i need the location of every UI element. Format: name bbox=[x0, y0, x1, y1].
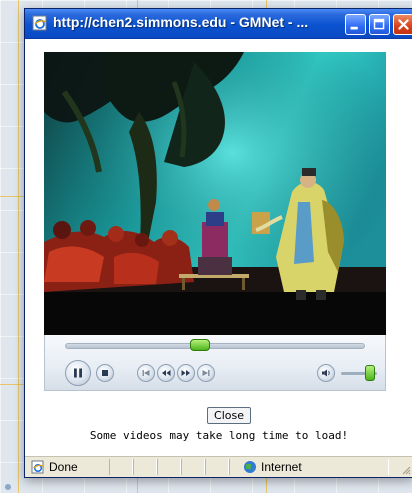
next-button[interactable] bbox=[197, 364, 215, 382]
video-display[interactable] bbox=[44, 52, 386, 340]
stop-icon bbox=[102, 370, 108, 376]
load-notice: Some videos may take long time to load! bbox=[89, 429, 349, 442]
pause-button[interactable] bbox=[65, 360, 91, 386]
close-button[interactable]: Close bbox=[207, 407, 251, 424]
status-done: Done bbox=[31, 460, 78, 474]
minimize-button[interactable] bbox=[345, 14, 366, 35]
window-titlebar[interactable]: http://chen2.simmons.edu - GMNet - ... bbox=[25, 9, 412, 39]
previous-button[interactable] bbox=[137, 364, 155, 382]
previous-icon bbox=[142, 370, 150, 376]
close-icon bbox=[398, 19, 409, 30]
mute-button[interactable] bbox=[317, 364, 335, 382]
status-pane bbox=[133, 459, 157, 475]
status-text: Done bbox=[49, 460, 78, 474]
media-controls bbox=[44, 335, 386, 391]
background-gridline bbox=[18, 0, 19, 493]
stop-button[interactable] bbox=[96, 364, 114, 382]
maximize-button[interactable] bbox=[369, 14, 390, 35]
window-title: http://chen2.simmons.edu - GMNet - ... bbox=[53, 14, 309, 30]
pause-icon bbox=[74, 368, 82, 378]
status-pane bbox=[157, 459, 181, 475]
ie-page-icon bbox=[31, 460, 44, 474]
browser-popup-window: http://chen2.simmons.edu - GMNet - ... C… bbox=[24, 8, 412, 478]
fast-forward-button[interactable] bbox=[177, 364, 195, 382]
status-pane bbox=[205, 459, 229, 475]
bullet-dot bbox=[5, 484, 11, 490]
volume-handle[interactable] bbox=[364, 365, 375, 381]
status-pane bbox=[109, 459, 133, 475]
globe-icon bbox=[244, 461, 256, 473]
status-pane bbox=[181, 459, 205, 475]
resize-grip-icon[interactable] bbox=[399, 463, 411, 475]
ie-page-icon bbox=[32, 15, 47, 31]
zone-text: Internet bbox=[261, 460, 302, 474]
close-window-button[interactable] bbox=[393, 14, 412, 35]
rewind-button[interactable] bbox=[157, 364, 175, 382]
fast-forward-icon bbox=[181, 370, 190, 376]
rewind-icon bbox=[162, 370, 171, 376]
speaker-icon bbox=[321, 369, 330, 377]
seek-handle[interactable] bbox=[190, 339, 210, 351]
minimize-icon bbox=[350, 26, 358, 30]
next-icon bbox=[202, 370, 210, 376]
security-zone: Internet bbox=[243, 460, 302, 474]
status-bar: Done Internet bbox=[25, 456, 412, 477]
seek-bar[interactable] bbox=[65, 343, 365, 349]
maximize-icon bbox=[373, 18, 385, 30]
